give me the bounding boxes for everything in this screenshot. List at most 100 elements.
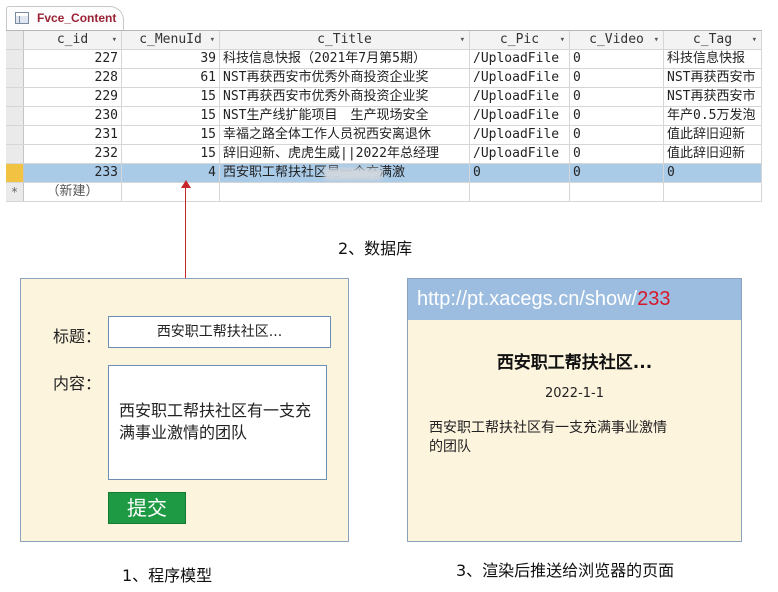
table-row-selected[interactable]: 233 4 西安职工帮扶社区是一个充满激 0 0 0 [6,164,762,183]
url-prefix: http://pt.xacegs.cn/show/ [417,288,638,310]
cell-c-tag[interactable]: 值此辞旧迎新 [664,126,762,144]
table-row[interactable]: 230 15 NST生产线扩能项目 生产现场安全 /UploadFile 0 年… [6,107,762,126]
cell-c-pic[interactable]: 0 [470,164,570,182]
article-body: 西安职工帮扶社区有一支充满事业激情的团队 [429,420,667,455]
cell-c-title[interactable] [220,183,470,201]
cell-c-id[interactable]: 228 [24,69,122,87]
cell-c-menuid[interactable]: 4 [122,164,220,182]
cell-c-menuid[interactable]: 61 [122,69,220,87]
table-icon [15,12,29,24]
table-row[interactable]: 228 61 NST再获西安市优秀外商投资企业奖 /UploadFile 0 N… [6,69,762,88]
cell-c-video[interactable]: 0 [570,164,664,182]
column-header-c-video[interactable]: c_Video ▾ [570,31,664,49]
new-row-marker[interactable]: * [6,183,24,201]
cell-c-tag[interactable]: 0 [664,164,762,182]
table-tab-label: Fvce_Content [37,11,117,25]
program-model-form: 标题： 西安职工帮扶社区... 内容： 西安职工帮扶社区有一支充满事业激情的团队… [20,278,349,542]
cell-c-tag[interactable]: NST再获西安市 [664,88,762,106]
select-all-cell[interactable] [6,31,24,49]
cell-c-pic[interactable]: /UploadFile [470,88,570,106]
cell-c-title[interactable]: NST生产线扩能项目 生产现场安全 [220,107,470,125]
cell-c-pic[interactable]: /UploadFile [470,145,570,163]
header-row: c_id ▾ c_MenuId ▾ c_Title ▾ c_Pic ▾ c_Video ▾… [6,31,762,50]
cell-c-video[interactable]: 0 [570,126,664,144]
content-label: 内容： [53,374,102,393]
cell-c-menuid[interactable] [122,183,220,201]
dropdown-icon[interactable]: ▾ [460,31,465,49]
row-selector[interactable] [6,69,24,87]
column-header-c-menuid[interactable]: c_MenuId ▾ [122,31,220,49]
cell-c-title[interactable]: 幸福之路全体工作人员祝西安离退休 [220,126,470,144]
row-selector[interactable] [6,50,24,68]
dropdown-icon[interactable]: ▾ [112,31,117,49]
cell-c-pic[interactable]: /UploadFile [470,126,570,144]
title-label: 标题： [53,327,102,346]
row-selector[interactable] [6,126,24,144]
cell-c-title[interactable]: 科技信息快报（2021年7月第5期） [220,50,470,68]
cell-c-video[interactable]: 0 [570,107,664,125]
cell-c-id[interactable]: 229 [24,88,122,106]
table-row[interactable]: 229 15 NST再获西安市优秀外商投资企业奖 /UploadFile 0 N… [6,88,762,107]
cell-c-video[interactable]: 0 [570,145,664,163]
content-textarea[interactable]: 西安职工帮扶社区有一支充满事业激情的团队 [108,365,327,480]
row-selector[interactable] [6,88,24,106]
table-row[interactable]: 232 15 辞旧迎新、虎虎生威||2022年总经理 /UploadFile 0… [6,145,762,164]
table-row[interactable]: 227 39 科技信息快报（2021年7月第5期） /UploadFile 0 … [6,50,762,69]
cell-c-pic[interactable]: /UploadFile [470,69,570,87]
cell-c-id[interactable]: 232 [24,145,122,163]
cell-c-menuid[interactable]: 15 [122,145,220,163]
arrow-head [181,180,191,188]
cell-c-pic[interactable]: /UploadFile [470,107,570,125]
cell-c-title[interactable]: 辞旧迎新、虎虎生威||2022年总经理 [220,145,470,163]
dropdown-icon[interactable]: ▾ [752,31,757,49]
cell-c-video[interactable]: 0 [570,50,664,68]
cell-c-id[interactable]: 227 [24,50,122,68]
url-id: 233 [637,288,671,310]
cell-c-menuid[interactable]: 15 [122,126,220,144]
dropdown-icon[interactable]: ▾ [210,31,215,49]
cell-c-pic[interactable] [470,183,570,201]
column-header-c-id[interactable]: c_id ▾ [24,31,122,49]
caption-rendered-page: 3、渲染后推送给浏览器的页面 [456,561,675,580]
cell-c-menuid[interactable]: 15 [122,107,220,125]
cell-c-tag[interactable] [664,183,762,201]
table-tab-bar: Fvce_Content [0,0,778,30]
rendered-page: http://pt.xacegs.cn/show/233 西安职工帮扶社区...… [407,278,742,542]
table-tab[interactable]: Fvce_Content [6,6,124,30]
redaction-blur [324,168,382,180]
article-date: 2022-1-1 [544,386,604,401]
cell-c-video[interactable]: 0 [570,88,664,106]
new-record-row[interactable]: * （新建） [6,183,762,202]
url-bar[interactable]: http://pt.xacegs.cn/show/233 [408,279,741,320]
submit-button[interactable]: 提交 [108,492,186,524]
cell-c-id[interactable]: 231 [24,126,122,144]
cell-c-menuid[interactable]: 39 [122,50,220,68]
dropdown-icon[interactable]: ▾ [654,31,659,49]
column-header-c-title[interactable]: c_Title ▾ [220,31,470,49]
row-selector[interactable] [6,164,24,182]
caption-database: 2、数据库 [338,239,413,258]
cell-c-video[interactable] [570,183,664,201]
row-selector[interactable] [6,107,24,125]
cell-c-tag[interactable]: 年产0.5万发泡 [664,107,762,125]
column-header-c-pic[interactable]: c_Pic ▾ [470,31,570,49]
datasheet-grid: c_id ▾ c_MenuId ▾ c_Title ▾ c_Pic ▾ c_Video ▾… [6,30,762,209]
cell-c-tag[interactable]: 科技信息快报 [664,50,762,68]
cell-c-tag[interactable]: 值此辞旧迎新 [664,145,762,163]
row-selector[interactable] [6,145,24,163]
cell-c-title[interactable]: NST再获西安市优秀外商投资企业奖 [220,88,470,106]
new-record-label[interactable]: （新建） [24,183,122,201]
cell-c-tag[interactable]: NST再获西安市 [664,69,762,87]
cell-c-id[interactable]: 230 [24,107,122,125]
cell-c-video[interactable]: 0 [570,69,664,87]
cell-c-title[interactable]: NST再获西安市优秀外商投资企业奖 [220,69,470,87]
dropdown-icon[interactable]: ▾ [560,31,565,49]
column-header-c-tag[interactable]: c_Tag ▾ [664,31,762,49]
table-row[interactable]: 231 15 幸福之路全体工作人员祝西安离退休 /UploadFile 0 值此… [6,126,762,145]
title-input[interactable]: 西安职工帮扶社区... [108,316,331,348]
arrow-line [185,186,186,278]
cell-c-id[interactable]: 233 [24,164,122,182]
article-title: 西安职工帮扶社区... [496,353,653,373]
cell-c-menuid[interactable]: 15 [122,88,220,106]
cell-c-pic[interactable]: /UploadFile [470,50,570,68]
